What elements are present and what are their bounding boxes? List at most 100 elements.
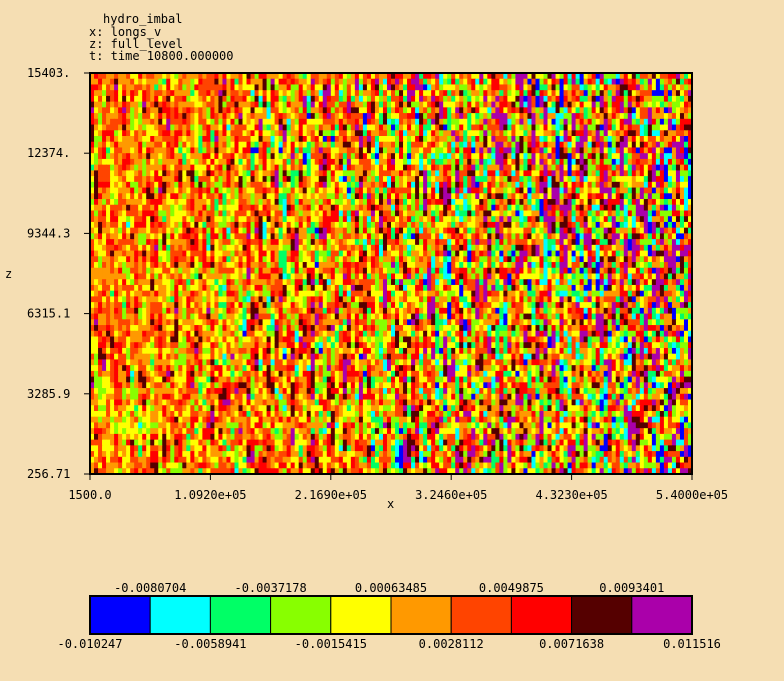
heatmap-cell [531,170,537,177]
heatmap-cell [126,90,131,97]
heatmap-cell [210,239,216,246]
heatmap-cell [146,210,151,217]
heatmap-cell [411,153,416,160]
heatmap-cell [631,164,637,171]
heatmap-cell [671,239,677,246]
heatmap-cell [659,250,665,257]
heatmap-cell [350,227,356,234]
heatmap-cell [539,130,545,137]
heatmap-cell [407,239,412,246]
heatmap-cell [671,130,677,137]
heatmap-cell [98,233,103,240]
heatmap-cell [515,164,521,171]
heatmap-cell [547,216,553,223]
heatmap-cell [178,113,183,120]
heatmap-cell [567,187,573,194]
heatmap-cell [507,210,512,217]
heatmap-cell [174,101,179,108]
heatmap-cell [318,256,324,263]
heatmap-cell [619,95,625,103]
heatmap-cell [246,193,252,200]
heatmap-cell [254,118,260,126]
heatmap-cell [675,101,681,108]
heatmap-cell [114,90,119,97]
heatmap-cell [302,90,308,97]
heatmap-cell [515,239,521,246]
heatmap-cell [262,227,268,234]
heatmap-cell [98,113,103,120]
heatmap-cell [222,78,228,86]
heatmap-cell [531,181,537,189]
heatmap-cell [178,199,183,206]
heatmap-cell [302,181,308,189]
heatmap-cell [294,141,300,149]
heatmap-cell [142,118,147,126]
heatmap-cell [499,227,504,234]
heatmap-cell [395,204,400,212]
heatmap-cell [170,130,175,137]
heatmap-cell [431,187,436,194]
heatmap-cell [391,158,396,166]
heatmap-cell [627,227,633,234]
heatmap-cell [330,164,336,171]
heatmap-cell [170,181,175,189]
heatmap-cell [342,193,348,200]
heatmap-cell [346,250,352,257]
heatmap-cell [535,256,541,263]
heatmap-cell [106,256,111,263]
heatmap-cell [222,95,228,103]
heatmap-cell [350,210,356,217]
heatmap-cell [278,221,284,229]
heatmap-cell [158,262,163,269]
heatmap-cell [415,141,420,149]
heatmap-cell [354,113,360,120]
heatmap-cell [627,176,633,183]
heatmap-cell [615,107,621,114]
heatmap-cell [675,158,681,166]
heatmap-cell [487,170,492,177]
heatmap-cell [491,153,496,160]
heatmap-cell [298,136,304,143]
heatmap-cell [507,193,512,200]
heatmap-cell [98,147,103,154]
heatmap-cell [487,221,492,229]
heatmap-cell [603,107,609,114]
heatmap-cell [302,204,308,212]
heatmap-cell [254,233,260,240]
heatmap-cell [134,262,139,269]
heatmap-cell [659,199,665,206]
heatmap-cell [170,164,175,171]
heatmap-cell [222,262,228,269]
heatmap-cell [246,216,252,223]
heatmap-cell [403,130,408,137]
heatmap-cell [382,170,388,177]
heatmap-cell [186,90,191,97]
heatmap-cell [246,199,252,206]
heatmap-cell [579,227,585,234]
heatmap-cell [615,141,621,149]
heatmap-cell [427,90,432,97]
heatmap-cell [655,181,661,189]
heatmap-cell [226,107,232,114]
heatmap-cell [290,78,296,86]
heatmap-cell [138,176,143,183]
heatmap-cell [451,170,456,177]
heatmap-cell [611,170,617,177]
heatmap-cell [370,221,376,229]
heatmap-cell [354,90,360,97]
heatmap-cell [419,113,424,120]
heatmap-cell [471,164,476,171]
heatmap-cell [683,193,689,200]
heatmap-cell [270,84,276,91]
heatmap-cell [635,181,641,189]
heatmap-cell [138,256,143,263]
heatmap-cell [599,107,605,114]
heatmap-cell [667,118,673,126]
heatmap-cell [519,181,525,189]
heatmap-cell [238,216,244,223]
heatmap-cell [391,239,396,246]
heatmap-cell [587,256,593,263]
heatmap-cell [411,204,416,212]
heatmap-cell [547,101,553,108]
heatmap-cell [683,181,689,189]
